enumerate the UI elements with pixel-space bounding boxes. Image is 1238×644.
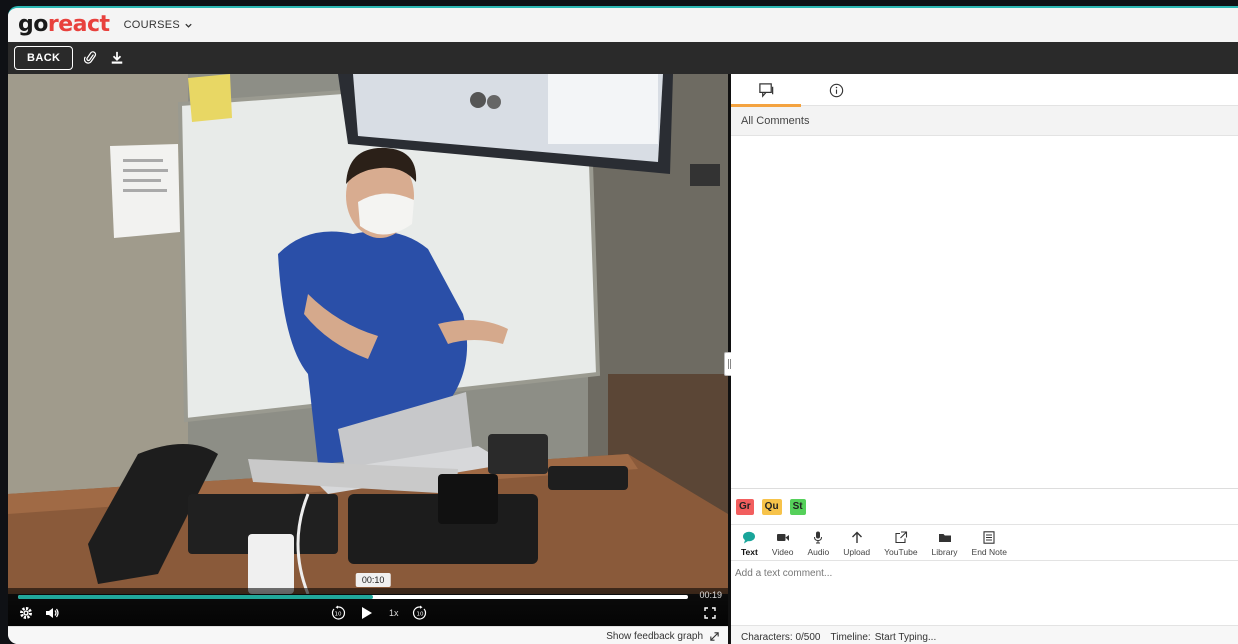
comment-type-video-label: Video [771,547,794,557]
upload-arrow-icon [851,531,862,543]
comment-placeholder: Add a text comment... [735,568,833,579]
comments-panel: All Comments Gr Qu St Text Video Audio U… [731,74,1238,644]
comment-type-upload-label: Upload [843,547,871,557]
comment-icon [758,82,773,98]
end-time: 00:19 [699,590,722,600]
info-icon [829,83,843,97]
timeline-label: Timeline: [830,631,871,643]
characters-count: Characters: 0/500 [741,631,821,643]
progress-bar[interactable]: 00:10 [18,573,688,599]
folder-icon [938,534,951,542]
chevron-down-icon [185,23,192,28]
back-button[interactable]: BACK [14,46,74,70]
settings-gear-icon[interactable] [18,604,34,622]
comment-type-audio-label: Audio [807,547,830,557]
speech-bubble-icon [743,531,756,544]
comment-type-youtube[interactable]: YouTube [877,531,924,557]
forward-seconds: 10 [417,612,424,618]
current-time-tooltip: 00:10 [355,573,391,587]
comments-filter[interactable]: All Comments [731,106,1238,136]
filter-label: All Comments [741,114,810,127]
volume-icon[interactable] [44,604,60,622]
tag-qu[interactable]: Qu [761,498,782,515]
tag-st[interactable]: St [789,498,806,515]
goreact-logo[interactable]: goreact [18,14,110,36]
comments-list [731,136,1238,488]
video-controls: 00:10 00:19 10 1x 10 [8,573,728,626]
video-camera-icon [776,534,789,541]
rewind-seconds: 10 [335,612,342,618]
video-frame [8,74,728,594]
expand-icon [710,632,719,641]
timeline-value: Start Typing... [874,631,937,643]
external-link-icon [895,531,907,544]
note-icon [983,531,995,544]
tab-comments[interactable] [731,74,801,107]
progress-fill [18,595,374,599]
comment-type-audio[interactable]: Audio [800,531,836,557]
comment-type-end-note[interactable]: End Note [965,531,1014,557]
top-bar: goreact COURSES [8,8,1238,42]
comment-type-end-note-label: End Note [971,547,1007,557]
comment-status-bar: Characters: 0/500 Timeline: Start Typing… [731,626,1238,644]
comment-type-bar: Text Video Audio Upload YouTube Library … [731,524,1238,560]
comment-type-upload[interactable]: Upload [836,531,877,557]
play-icon[interactable] [358,604,374,622]
marker-tags: Gr Qu St [731,488,1238,524]
microphone-icon [814,531,823,544]
toolbar: BACK [8,42,1238,74]
fullscreen-icon[interactable] [702,604,718,622]
comment-type-library-label: Library [931,547,958,557]
screen-frame: goreact COURSES BACK 00:10 00:19 10 1x 1… [0,0,1238,644]
feedback-graph-label: Show feedback graph [606,631,703,642]
tab-info[interactable] [801,74,871,106]
comment-type-text[interactable]: Text [739,531,765,557]
logo-go: go [18,12,48,37]
comment-type-video[interactable]: Video [765,531,801,557]
playback-speed[interactable]: 1x [389,604,399,622]
rewind-10-icon[interactable]: 10 [330,604,346,622]
logo-react: react [47,12,110,37]
courses-label: COURSES [123,19,181,31]
comment-type-text-label: Text [741,547,758,557]
tag-gr[interactable]: Gr [736,498,754,515]
video-player[interactable]: 00:10 00:19 10 1x 10 [8,74,728,626]
comment-text-input[interactable]: Add a text comment... [731,560,1238,626]
paperclip-icon[interactable] [83,50,99,66]
forward-10-icon[interactable]: 10 [412,604,428,622]
comment-type-library[interactable]: Library [925,531,965,557]
courses-menu[interactable]: COURSES [124,19,194,31]
comment-type-youtube-label: YouTube [884,547,918,557]
feedback-graph-toggle[interactable]: Show feedback graph [8,626,728,644]
app-window: goreact COURSES BACK 00:10 00:19 10 1x 1… [8,6,1238,644]
panel-tabs [731,74,1238,107]
download-icon[interactable] [109,50,125,66]
